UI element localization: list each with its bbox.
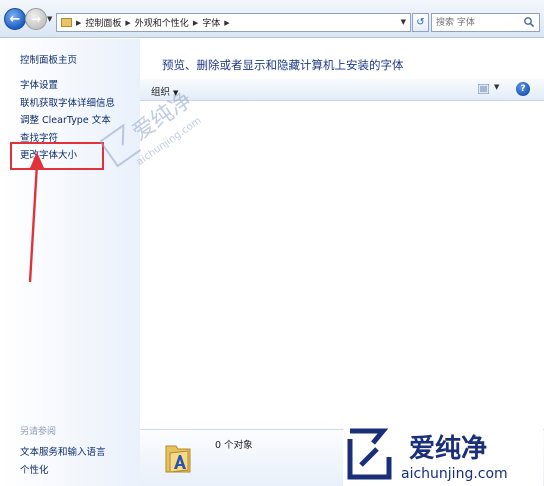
watermark-site-name: 爱纯净 (409, 433, 487, 464)
search-icon[interactable] (523, 16, 535, 28)
breadcrumb-appearance[interactable]: 外观和个性化 (135, 16, 189, 29)
search-input[interactable] (432, 14, 520, 31)
search-box[interactable] (431, 13, 540, 32)
annotation-arrow-icon (28, 152, 44, 283)
folder-icon (61, 18, 72, 27)
breadcrumb-separator-icon[interactable]: ▶ (76, 19, 81, 27)
font-settings-link[interactable]: 字体设置 (20, 77, 58, 91)
watermark-site-url: aichunjing.com (401, 466, 508, 482)
address-bar[interactable]: ▶ 控制面板 ▶ 外观和个性化 ▶ 字体 ▶ ▼ (56, 13, 411, 32)
back-arrow-icon: ← (9, 11, 21, 27)
watermark-logo: 爱纯净 aichunjing.com (99, 88, 203, 168)
text-services-link[interactable]: 文本服务和输入语言 (20, 444, 106, 458)
breadcrumb-control-panel[interactable]: 控制面板 (85, 16, 121, 29)
breadcrumb-separator-icon[interactable]: ▶ (193, 19, 198, 27)
watermark-logo-corner: 爱纯净 aichunjing.com (343, 425, 543, 486)
watermark-brand-icon: 爱纯净 aichunjing.com (347, 428, 508, 482)
view-options-dropdown[interactable]: ▼ (494, 83, 499, 91)
font-folder-icon (165, 445, 191, 473)
control-panel-home-link[interactable]: 控制面板主页 (20, 52, 77, 66)
view-icon[interactable] (478, 84, 489, 94)
forward-arrow-icon: → (30, 12, 42, 26)
breadcrumb-separator-icon[interactable]: ▶ (125, 19, 130, 27)
recent-pages-dropdown[interactable]: ▼ (47, 15, 52, 23)
refresh-button[interactable]: ↺ (412, 13, 429, 32)
navigation-bar: ← → ▼ ▶ 控制面板 ▶ 外观和个性化 ▶ 字体 ▶ ▼ ↺ (0, 0, 544, 38)
refresh-icon: ↺ (416, 17, 425, 28)
see-also-heading: 另请参阅 (20, 427, 57, 437)
breadcrumb-separator-icon[interactable]: ▶ (224, 19, 229, 27)
forward-button[interactable]: → (25, 8, 47, 30)
back-button[interactable]: ← (4, 8, 26, 30)
address-dropdown-button[interactable]: ▼ (401, 18, 406, 26)
watermark-site-name-small: 爱纯净 (128, 88, 196, 146)
object-count: 0 个对象 (215, 440, 253, 451)
breadcrumb-fonts[interactable]: 字体 (202, 16, 220, 29)
help-icon[interactable]: ? (516, 82, 530, 96)
personalization-link[interactable]: 个性化 (20, 462, 49, 476)
